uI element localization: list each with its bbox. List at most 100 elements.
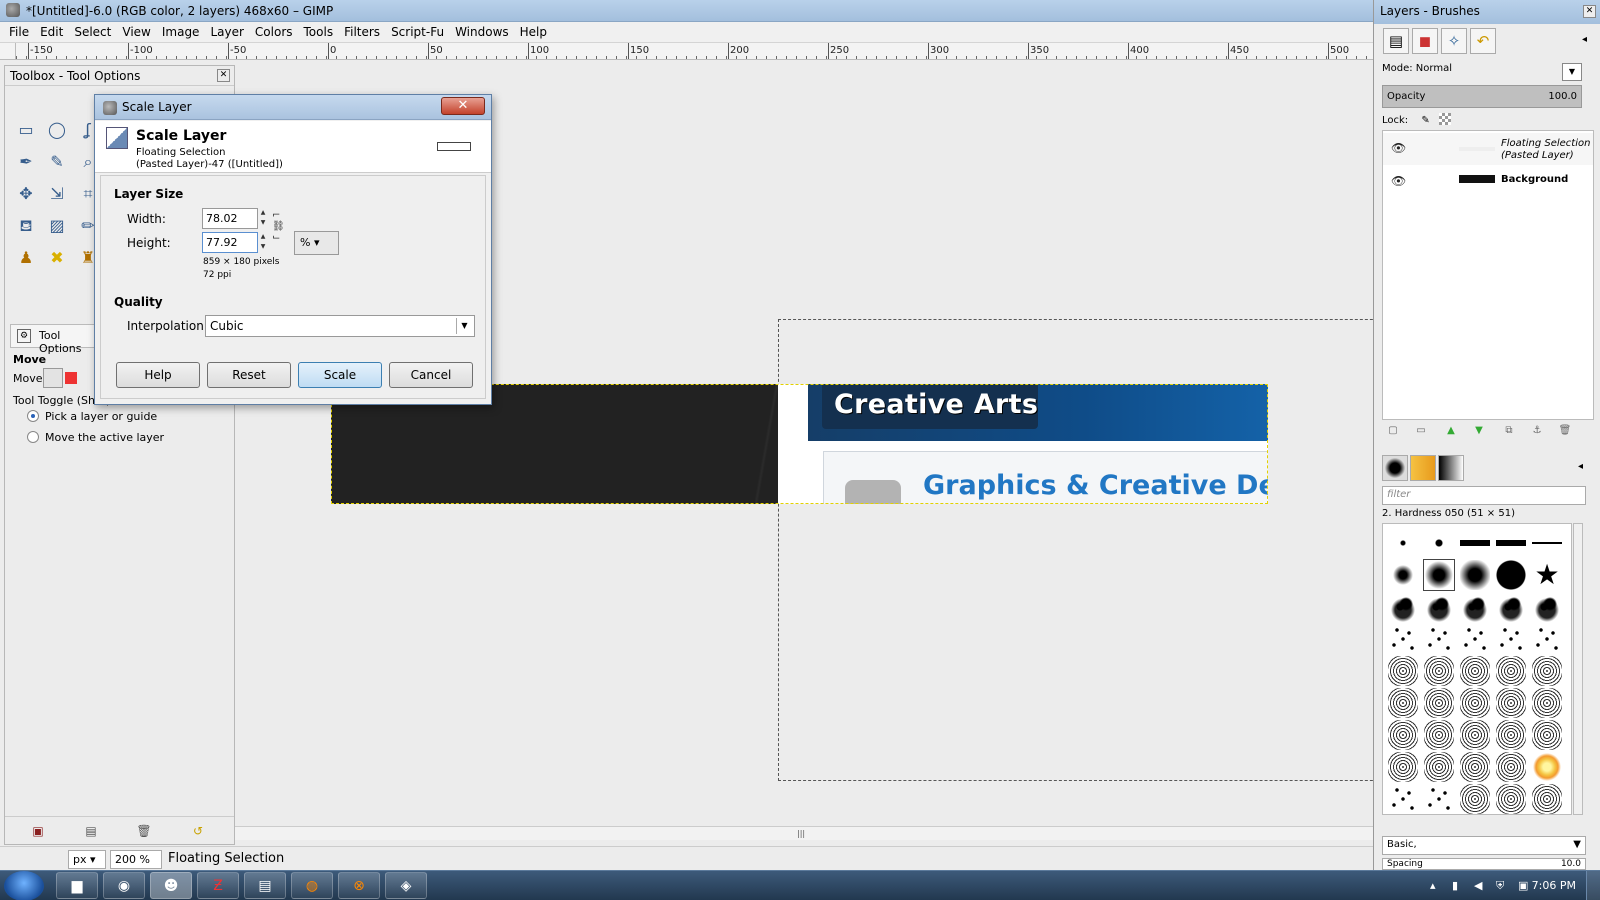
- filezilla-taskbar-icon[interactable]: Ƶ: [197, 872, 239, 899]
- brush-preview[interactable]: [1424, 528, 1454, 558]
- unit-select[interactable]: % ▾: [294, 231, 339, 255]
- eye-icon[interactable]: 👁: [1391, 141, 1406, 155]
- move-layer-mode-button[interactable]: [43, 368, 63, 388]
- brush-preview[interactable]: [1496, 752, 1526, 782]
- tab-channels-icon[interactable]: ◼: [1412, 28, 1438, 54]
- brush-preview[interactable]: [1423, 559, 1455, 591]
- dock-menu-icon[interactable]: ◂: [1578, 461, 1583, 472]
- brush-preview[interactable]: [1532, 784, 1562, 814]
- brush-preview[interactable]: [1496, 528, 1526, 558]
- radio-pick-layer[interactable]: Pick a layer or guide: [27, 410, 157, 423]
- lock-pixels-icon[interactable]: ✎: [1421, 115, 1429, 126]
- menu-image[interactable]: Image: [157, 22, 206, 42]
- gpu-icon[interactable]: ▣: [1518, 879, 1528, 892]
- interpolation-select[interactable]: Cubic ▼: [205, 315, 475, 337]
- close-icon[interactable]: ✕: [217, 69, 230, 82]
- brush-preview[interactable]: [1388, 560, 1418, 590]
- chrome-taskbar-icon[interactable]: ◉: [103, 872, 145, 899]
- ellipse-select-tool-icon[interactable]: ◯: [45, 118, 69, 142]
- menu-colors[interactable]: Colors: [250, 22, 299, 42]
- network-icon[interactable]: ▮: [1452, 879, 1458, 892]
- brush-preview[interactable]: [1532, 528, 1562, 558]
- menu-filters[interactable]: Filters: [339, 22, 386, 42]
- tab-patterns-icon[interactable]: [1410, 455, 1436, 481]
- radio-button-checked[interactable]: [27, 410, 39, 422]
- brush-preview[interactable]: [1532, 688, 1562, 718]
- tab-tool-options[interactable]: ⚙ Tool Options: [10, 324, 105, 355]
- width-input[interactable]: 78.02: [202, 208, 258, 229]
- lower-layer-icon[interactable]: ▼: [1472, 425, 1486, 439]
- duplicate-layer-icon[interactable]: ⧉: [1502, 425, 1516, 439]
- move-selection-mode-button[interactable]: [65, 372, 77, 384]
- brush-preview[interactable]: [1532, 624, 1562, 654]
- eye-icon[interactable]: 👁: [1391, 174, 1406, 188]
- brush-preview[interactable]: [1460, 656, 1490, 686]
- brush-set-select[interactable]: Basic, ▼: [1382, 836, 1586, 855]
- start-button[interactable]: [4, 871, 44, 900]
- brush-grid[interactable]: ★: [1382, 523, 1572, 815]
- reset-button[interactable]: Reset: [207, 362, 291, 388]
- chevron-down-icon[interactable]: ▼: [1573, 839, 1581, 850]
- brush-preview[interactable]: [1460, 560, 1490, 590]
- brush-preview[interactable]: [1424, 656, 1454, 686]
- zoom-select[interactable]: 200 % ▾: [110, 850, 162, 879]
- brush-preview[interactable]: [1496, 784, 1526, 814]
- menu-view[interactable]: View: [117, 22, 156, 42]
- menu-edit[interactable]: Edit: [35, 22, 69, 42]
- brush-preview[interactable]: [1460, 688, 1490, 718]
- horizontal-scrollbar[interactable]: |||: [235, 826, 1373, 840]
- anchor-layer-icon[interactable]: ⚓: [1530, 425, 1544, 439]
- explorer-taskbar-icon[interactable]: ▆: [56, 872, 98, 899]
- brush-preview[interactable]: [1532, 592, 1562, 622]
- restore-options-icon[interactable]: ▤: [83, 823, 99, 839]
- brush-preview[interactable]: ★: [1532, 560, 1562, 590]
- save-options-icon[interactable]: ▣: [30, 823, 46, 839]
- brush-preview[interactable]: [1424, 592, 1454, 622]
- clone-tool-icon[interactable]: ♟: [14, 246, 38, 270]
- security-icon[interactable]: ⛨: [1496, 879, 1504, 893]
- close-icon[interactable]: ✕: [441, 97, 485, 115]
- height-input[interactable]: 77.92: [202, 232, 258, 253]
- brush-filter-input[interactable]: filter: [1382, 486, 1586, 505]
- tab-layers-icon[interactable]: ▤: [1383, 28, 1409, 54]
- brush-scrollbar[interactable]: [1573, 523, 1583, 815]
- brush-preview[interactable]: [1388, 656, 1418, 686]
- volume-icon[interactable]: ◀: [1474, 879, 1482, 892]
- delete-layer-icon[interactable]: 🗑: [1558, 425, 1572, 439]
- new-layer-icon[interactable]: ▢: [1386, 425, 1400, 439]
- radio-button[interactable]: [27, 431, 39, 443]
- cancel-button[interactable]: Cancel: [389, 362, 473, 388]
- gradient-tool-icon[interactable]: ▨: [45, 214, 69, 238]
- chain-link-icon[interactable]: ⌐ ⛓ ⌙: [272, 210, 285, 254]
- close-icon[interactable]: ✕: [1583, 5, 1596, 18]
- brush-preview[interactable]: [1460, 592, 1490, 622]
- xampp-taskbar-icon[interactable]: ⊗: [338, 872, 380, 899]
- paths-tool-icon[interactable]: ✒: [14, 150, 38, 174]
- color-picker-tool-icon[interactable]: ✎: [45, 150, 69, 174]
- tab-undo-icon[interactable]: ↶: [1470, 28, 1496, 54]
- height-stepper[interactable]: ▲ ▼: [258, 232, 268, 253]
- app-taskbar-icon[interactable]: ◈: [385, 872, 427, 899]
- brush-preview[interactable]: [1424, 784, 1454, 814]
- heal-tool-icon[interactable]: ✖: [45, 246, 69, 270]
- reset-options-icon[interactable]: ↺: [190, 823, 206, 839]
- brush-preview[interactable]: [1532, 656, 1562, 686]
- menu-windows[interactable]: Windows: [450, 22, 515, 42]
- scrollbar-grip-icon[interactable]: |||: [797, 829, 811, 838]
- brush-preview[interactable]: [1388, 784, 1418, 814]
- brush-preview[interactable]: [1496, 560, 1526, 590]
- menu-script-fu[interactable]: Script-Fu: [386, 22, 450, 42]
- brush-preview[interactable]: [1424, 624, 1454, 654]
- brush-preview[interactable]: [1496, 720, 1526, 750]
- brush-preview[interactable]: [1388, 592, 1418, 622]
- brush-preview[interactable]: [1460, 752, 1490, 782]
- brush-preview[interactable]: [1388, 752, 1418, 782]
- spacing-slider[interactable]: Spacing 10.0: [1382, 858, 1586, 870]
- brush-preview[interactable]: [1388, 720, 1418, 750]
- tray-expand-icon[interactable]: ▴: [1430, 879, 1436, 892]
- gimp-taskbar-icon[interactable]: ☻: [150, 872, 192, 899]
- unit-select[interactable]: px ▾: [68, 850, 106, 869]
- layer-row-floating[interactable]: 👁 Floating Selection (Pasted Layer): [1383, 133, 1593, 165]
- brush-preview[interactable]: [1424, 688, 1454, 718]
- brush-preview[interactable]: [1496, 592, 1526, 622]
